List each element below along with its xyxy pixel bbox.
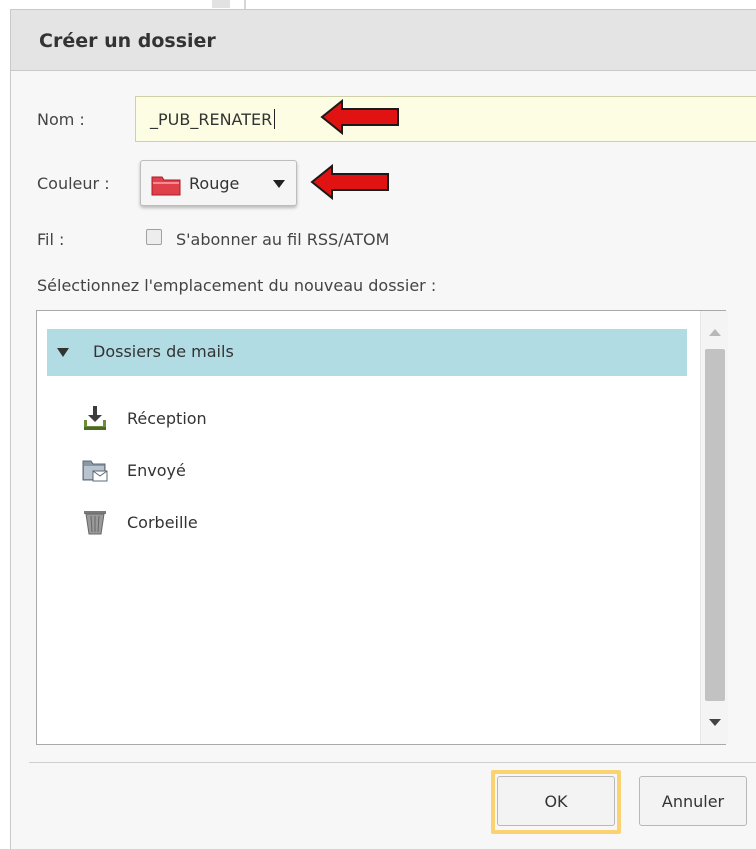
tree-item-label: Corbeille bbox=[127, 513, 198, 532]
color-label: Couleur : bbox=[37, 174, 110, 193]
feed-label: Fil : bbox=[37, 230, 65, 249]
footer-divider bbox=[29, 762, 756, 763]
scroll-up-arrow-icon[interactable] bbox=[709, 329, 721, 336]
tree-root-label: Dossiers de mails bbox=[93, 342, 234, 361]
dialog-titlebar: Créer un dossier bbox=[11, 10, 756, 71]
folder-name-input[interactable]: _PUB_RENATER bbox=[135, 96, 756, 142]
scroll-down-arrow-icon[interactable] bbox=[709, 719, 721, 726]
tree-item-envoye[interactable]: Envoyé bbox=[81, 453, 381, 489]
rss-subscribe-checkbox[interactable] bbox=[146, 229, 162, 245]
color-value: Rouge bbox=[189, 174, 240, 193]
red-folder-icon bbox=[151, 176, 181, 196]
background-element bbox=[212, 0, 230, 8]
background-element bbox=[244, 0, 246, 9]
tree-item-reception[interactable]: Réception bbox=[81, 401, 381, 437]
sent-folder-icon bbox=[82, 460, 108, 482]
ok-button[interactable]: OK bbox=[497, 776, 615, 826]
tree-item-label: Réception bbox=[127, 409, 207, 428]
tree-item-label: Envoyé bbox=[127, 461, 186, 480]
annotation-arrow-name bbox=[320, 98, 399, 136]
folder-tree: Dossiers de mails Réception Envoyé Corbe… bbox=[36, 310, 728, 745]
rss-subscribe-label[interactable]: S'abonner au fil RSS/ATOM bbox=[176, 230, 389, 249]
dialog-title: Créer un dossier bbox=[39, 30, 216, 52]
cancel-button[interactable]: Annuler bbox=[639, 776, 747, 826]
tree-scrollbar[interactable] bbox=[700, 311, 728, 744]
text-caret bbox=[274, 109, 276, 129]
color-dropdown[interactable]: Rouge bbox=[140, 160, 297, 206]
inbox-download-icon bbox=[84, 406, 106, 430]
tree-root-dossiers-de-mails[interactable]: Dossiers de mails bbox=[47, 329, 687, 376]
location-label: Sélectionnez l'emplacement du nouveau do… bbox=[37, 276, 437, 295]
trash-icon bbox=[84, 511, 106, 535]
chevron-down-icon bbox=[273, 180, 285, 188]
scrollbar-thumb[interactable] bbox=[705, 349, 725, 701]
name-label: Nom : bbox=[37, 110, 85, 129]
folder-name-value: _PUB_RENATER bbox=[150, 109, 273, 129]
annotation-arrow-color bbox=[310, 163, 389, 201]
tree-item-corbeille[interactable]: Corbeille bbox=[81, 505, 381, 541]
expand-triangle-icon[interactable] bbox=[57, 348, 69, 357]
